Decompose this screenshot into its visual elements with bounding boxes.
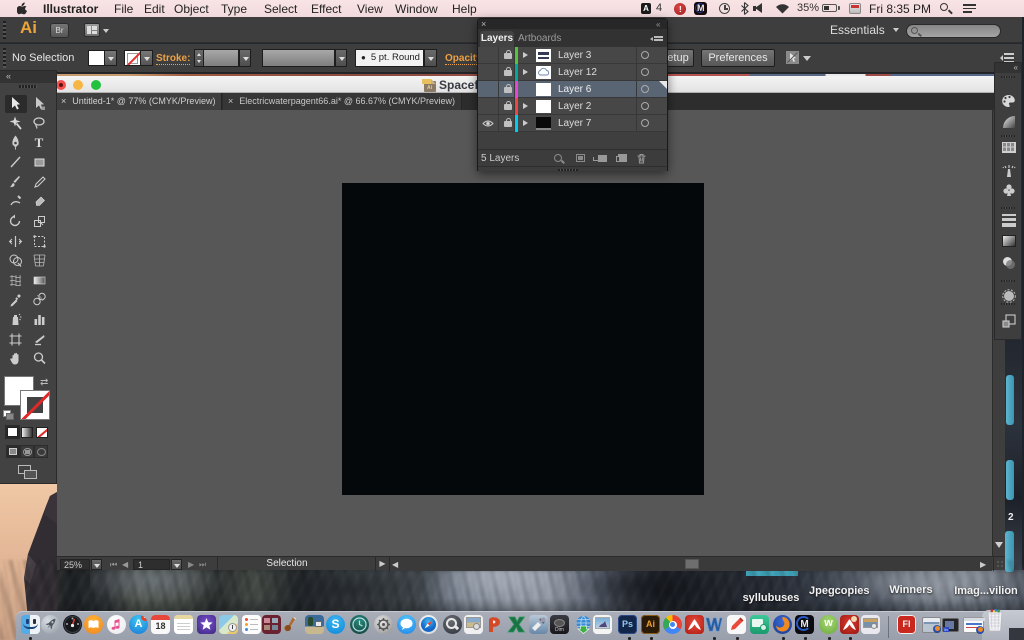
svg-text:T: T — [35, 135, 44, 150]
